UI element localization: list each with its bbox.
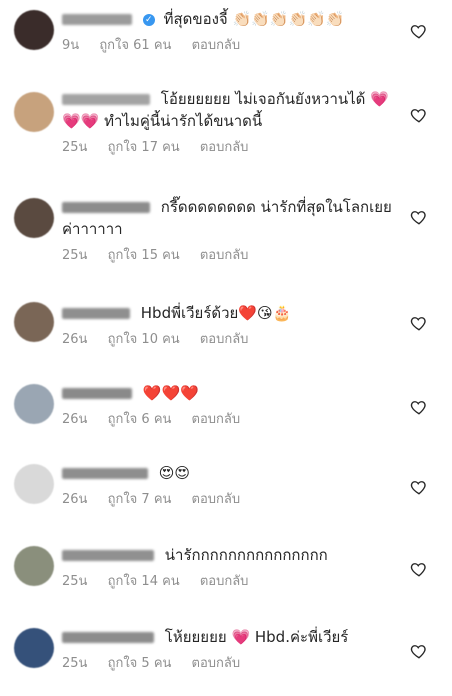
avatar[interactable] bbox=[14, 384, 54, 424]
like-heart-icon[interactable] bbox=[410, 642, 428, 660]
username-redacted[interactable] bbox=[62, 468, 148, 479]
likes-count[interactable]: ถูกใจ 5 คน bbox=[108, 656, 172, 671]
avatar[interactable] bbox=[14, 302, 54, 342]
comment-text: โห้ยยยยย 💗 Hbd.ค่ะพี่เวียร์ bbox=[164, 628, 349, 646]
avatar[interactable] bbox=[14, 546, 54, 586]
reply-button[interactable]: ตอบกลับ bbox=[192, 492, 241, 507]
like-heart-icon[interactable] bbox=[410, 478, 428, 496]
comment-time: 25น bbox=[62, 248, 88, 263]
likes-count[interactable]: ถูกใจ 61 คน bbox=[99, 38, 171, 53]
like-heart-icon[interactable] bbox=[410, 208, 428, 226]
like-heart-icon[interactable] bbox=[410, 560, 428, 578]
username-redacted[interactable] bbox=[62, 632, 154, 643]
username-redacted[interactable] bbox=[62, 94, 150, 105]
username-redacted[interactable] bbox=[62, 202, 150, 213]
comment-time: 25น bbox=[62, 140, 88, 155]
avatar[interactable] bbox=[14, 464, 54, 504]
comment-text: Hbdพี่เวียร์ด้วย❤️😘🎂 bbox=[140, 304, 292, 322]
verified-badge-icon: ✓ bbox=[142, 13, 155, 26]
likes-count[interactable]: ถูกใจ 14 คน bbox=[108, 574, 180, 589]
avatar[interactable] bbox=[14, 628, 54, 668]
reply-button[interactable]: ตอบกลับ bbox=[200, 574, 249, 589]
username-redacted[interactable] bbox=[62, 388, 132, 399]
comment-text: ❤️❤️❤️ bbox=[142, 384, 199, 402]
comment-text: 😍😍 bbox=[158, 464, 191, 482]
reply-button[interactable]: ตอบกลับ bbox=[200, 248, 249, 263]
reply-button[interactable]: ตอบกลับ bbox=[200, 140, 249, 155]
like-heart-icon[interactable] bbox=[410, 314, 428, 332]
comment-time: 9น bbox=[62, 38, 80, 53]
like-heart-icon[interactable] bbox=[410, 106, 428, 124]
likes-count[interactable]: ถูกใจ 7 คน bbox=[108, 492, 172, 507]
username-redacted[interactable] bbox=[62, 14, 132, 25]
comment-text: ที่สุดของจี้ 👏🏻👏🏻👏🏻👏🏻👏🏻👏🏻 bbox=[163, 10, 345, 28]
comment-time: 26น bbox=[62, 492, 88, 507]
reply-button[interactable]: ตอบกลับ bbox=[192, 412, 241, 427]
comment-text: น่ารักกกกกกกกกกกกกกก bbox=[164, 546, 328, 564]
avatar[interactable] bbox=[14, 198, 54, 238]
reply-button[interactable]: ตอบกลับ bbox=[200, 332, 249, 347]
comment-list: ✓ ที่สุดของจี้ 👏🏻👏🏻👏🏻👏🏻👏🏻👏🏻 9น ถูกใจ 61 … bbox=[0, 0, 452, 696]
comment-time: 25น bbox=[62, 574, 88, 589]
likes-count[interactable]: ถูกใจ 15 คน bbox=[108, 248, 180, 263]
comment-time: 25น bbox=[62, 656, 88, 671]
avatar[interactable] bbox=[14, 92, 54, 132]
reply-button[interactable]: ตอบกลับ bbox=[192, 656, 241, 671]
likes-count[interactable]: ถูกใจ 17 คน bbox=[108, 140, 180, 155]
comment-time: 26น bbox=[62, 332, 88, 347]
username-redacted[interactable] bbox=[62, 308, 130, 319]
likes-count[interactable]: ถูกใจ 6 คน bbox=[108, 412, 172, 427]
like-heart-icon[interactable] bbox=[410, 22, 428, 40]
comment-time: 26น bbox=[62, 412, 88, 427]
likes-count[interactable]: ถูกใจ 10 คน bbox=[108, 332, 180, 347]
avatar[interactable] bbox=[14, 10, 54, 50]
like-heart-icon[interactable] bbox=[410, 398, 428, 416]
username-redacted[interactable] bbox=[62, 550, 154, 561]
reply-button[interactable]: ตอบกลับ bbox=[192, 38, 241, 53]
